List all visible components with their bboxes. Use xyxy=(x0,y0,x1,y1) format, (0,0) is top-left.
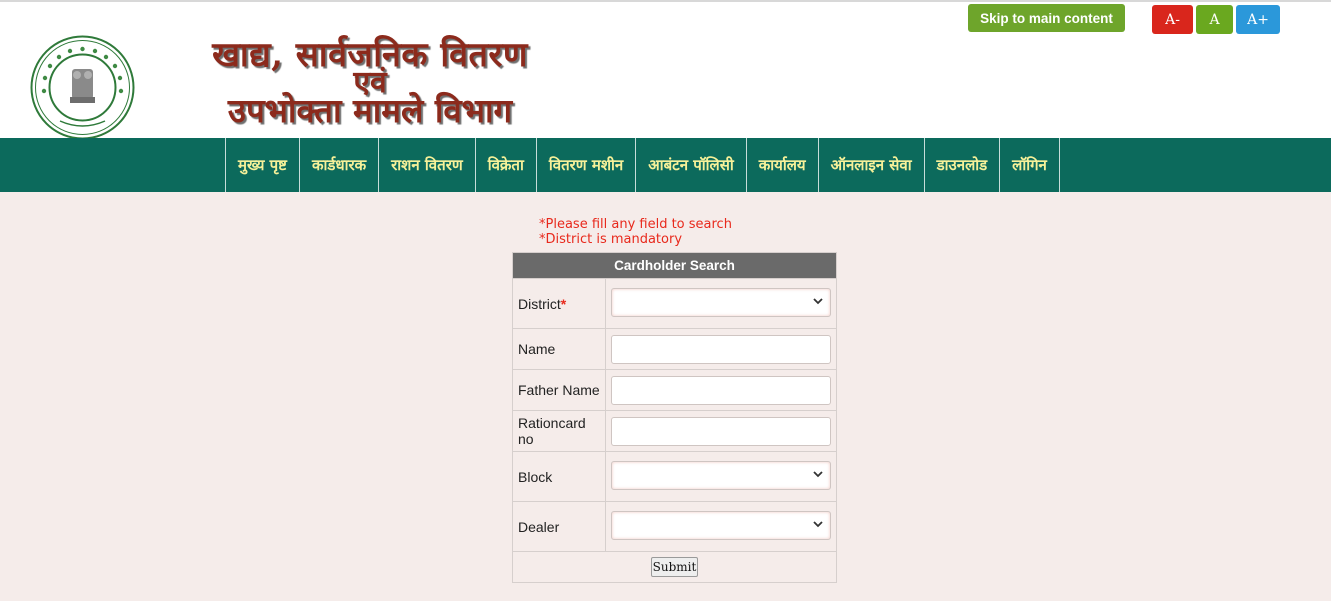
name-label: Name xyxy=(512,328,606,370)
nav-item-distribution-machine[interactable]: वितरण मशीन xyxy=(535,138,635,192)
nav-item-office[interactable]: कार्यालय xyxy=(745,138,818,192)
site-header: खाद्य, सार्वजनिक वितरण एवं उपभोक्ता मामल… xyxy=(0,2,1331,140)
nav-item-dealer[interactable]: विक्रेता xyxy=(474,138,536,192)
form-title: Cardholder Search xyxy=(512,252,837,279)
nav-item-login[interactable]: लॉगिन xyxy=(999,138,1060,192)
nav-list: मुख्य पृष्ट कार्डधारक राशन वितरण विक्रेत… xyxy=(225,138,1060,192)
district-label: District* xyxy=(512,278,606,329)
dealer-label: Dealer xyxy=(512,501,606,552)
block-label: Block xyxy=(512,451,606,502)
dealer-select[interactable] xyxy=(611,510,831,540)
nav-item-online-service[interactable]: ऑनलाइन सेवा xyxy=(817,138,924,192)
required-mark: * xyxy=(560,295,567,312)
title-line-3: उपभोक्ता मामले विभाग xyxy=(227,91,513,130)
district-label-text: District xyxy=(518,295,561,312)
skip-to-main-content-button[interactable]: Skip to main content xyxy=(968,4,1125,32)
cardholder-search-form: Cardholder Search District* Name Father … xyxy=(512,252,837,583)
nav-item-cardholder[interactable]: कार्डधारक xyxy=(298,138,378,192)
font-normal-button[interactable]: A xyxy=(1196,5,1233,34)
fill-any-field-message: *Please fill any field to search xyxy=(539,217,732,232)
jharkhand-government-seal-icon xyxy=(30,35,135,140)
nav-item-ration-distribution[interactable]: राशन वितरण xyxy=(378,138,475,192)
nav-item-home[interactable]: मुख्य पृष्ट xyxy=(225,138,299,192)
chevron-down-icon xyxy=(813,297,823,304)
rationcard-no-label: Rationcard no xyxy=(512,410,606,452)
submit-button[interactable]: Submit xyxy=(650,557,699,577)
father-name-input[interactable] xyxy=(611,375,831,405)
chevron-down-icon xyxy=(813,520,823,527)
district-select[interactable] xyxy=(611,287,831,317)
block-select[interactable] xyxy=(611,460,831,490)
chevron-down-icon xyxy=(813,470,823,477)
father-name-label: Father Name xyxy=(512,369,606,411)
font-decrease-button[interactable]: A- xyxy=(1152,5,1193,34)
name-input[interactable] xyxy=(611,334,831,364)
nav-item-allocation-policy[interactable]: आबंटन पॉलिसी xyxy=(635,138,746,192)
nav-item-download[interactable]: डाउनलोड xyxy=(923,138,1000,192)
font-increase-button[interactable]: A+ xyxy=(1236,5,1280,34)
district-mandatory-message: *District is mandatory xyxy=(539,232,683,247)
department-title: खाद्य, सार्वजनिक वितरण एवं उपभोक्ता मामल… xyxy=(160,38,580,127)
rationcard-no-input[interactable] xyxy=(611,416,831,446)
main-nav: मुख्य पृष्ट कार्डधारक राशन वितरण विक्रेत… xyxy=(0,138,1331,192)
